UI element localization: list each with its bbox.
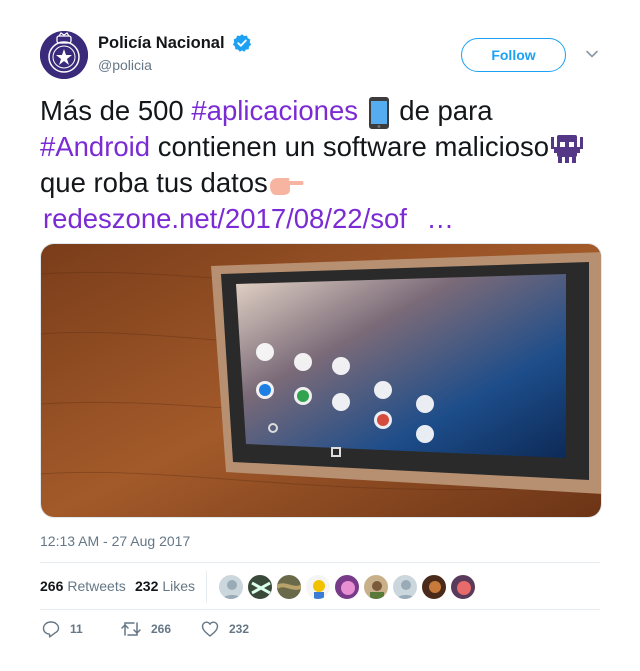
alien-monster-icon: [551, 134, 584, 163]
tweet-stats: 266 Retweets 232 Likes: [40, 562, 600, 610]
avatar[interactable]: [247, 574, 273, 600]
retweets-count: 266: [40, 578, 64, 594]
text-segment: Más de 500: [40, 95, 192, 126]
avatar[interactable]: [218, 574, 244, 600]
avatar[interactable]: [305, 574, 331, 600]
pointing-hand-icon: [269, 177, 304, 195]
avatar[interactable]: [40, 31, 88, 79]
tweet-line: redeszone.net/2017/08/22/sof …: [40, 201, 600, 237]
tweet-line: #Android contienen un software malicioso: [40, 129, 600, 165]
tweet-actions: 11 266 232: [40, 620, 600, 642]
android-phone-photo-icon: [41, 244, 601, 517]
author-names: Policía Nacional @policia: [98, 33, 252, 73]
follow-button[interactable]: Follow: [461, 38, 566, 72]
verified-badge-icon: [232, 34, 252, 52]
avatar[interactable]: [363, 574, 389, 600]
retweet-button[interactable]: 266: [121, 620, 171, 638]
display-name[interactable]: Policía Nacional: [98, 33, 225, 53]
tweet-line: Más de 500 #aplicaciones de para: [40, 93, 600, 129]
retweet-icon: [121, 622, 141, 636]
heart-icon: [201, 621, 219, 637]
police-badge-icon: [40, 31, 88, 79]
default-user-icon: [396, 580, 416, 599]
user-photo-icon: [277, 583, 301, 590]
reply-icon: [42, 621, 60, 638]
tweet-timestamp[interactable]: 12:13 AM - 27 Aug 2017: [40, 533, 190, 549]
retweets-label: Retweets: [67, 578, 126, 594]
user-photo-icon: [341, 581, 355, 595]
avatar[interactable]: [334, 574, 360, 600]
url-link[interactable]: redeszone.net/2017/08/22/sof: [43, 203, 407, 234]
text-segment: contienen un software malicioso: [150, 131, 550, 162]
link-ellipsis[interactable]: …: [427, 203, 455, 234]
likes-label: Likes: [162, 578, 196, 594]
likes-stat[interactable]: 232 Likes: [135, 578, 195, 594]
user-photo-icon: [370, 581, 384, 599]
hashtag-link[interactable]: #aplicaciones: [191, 95, 358, 126]
like-button[interactable]: 232: [201, 620, 249, 638]
avatar[interactable]: [421, 574, 447, 600]
avatar[interactable]: [392, 574, 418, 600]
text-segment: de para: [391, 95, 493, 126]
retweets-stat[interactable]: 266 Retweets: [40, 578, 126, 594]
mobile-phone-icon: [368, 96, 389, 129]
handle: @policia: [98, 57, 152, 73]
user-photo-icon: [429, 581, 441, 593]
tweet-media[interactable]: [40, 243, 602, 518]
tweet-header: Policía Nacional @policia Follow: [40, 31, 600, 81]
user-photo-icon: [251, 581, 271, 595]
text-segment: que roba tus datos: [40, 167, 268, 198]
stats-divider: [206, 571, 207, 603]
tweet-line: que roba tus datos: [40, 165, 600, 201]
reply-count: 11: [70, 622, 83, 636]
avatar[interactable]: [276, 574, 302, 600]
user-photo-icon: [313, 580, 325, 599]
default-user-icon: [222, 580, 242, 599]
likes-count: 232: [135, 578, 159, 594]
reply-button[interactable]: 11: [42, 620, 83, 638]
tweet-text: Más de 500 #aplicaciones de para #Androi…: [40, 93, 600, 237]
avatar[interactable]: [450, 574, 476, 600]
user-photo-icon: [457, 581, 471, 595]
like-count: 232: [229, 622, 250, 636]
hashtag-link[interactable]: #Android: [40, 131, 150, 162]
chevron-down-icon[interactable]: [585, 47, 599, 61]
retweet-count: 266: [151, 622, 172, 636]
